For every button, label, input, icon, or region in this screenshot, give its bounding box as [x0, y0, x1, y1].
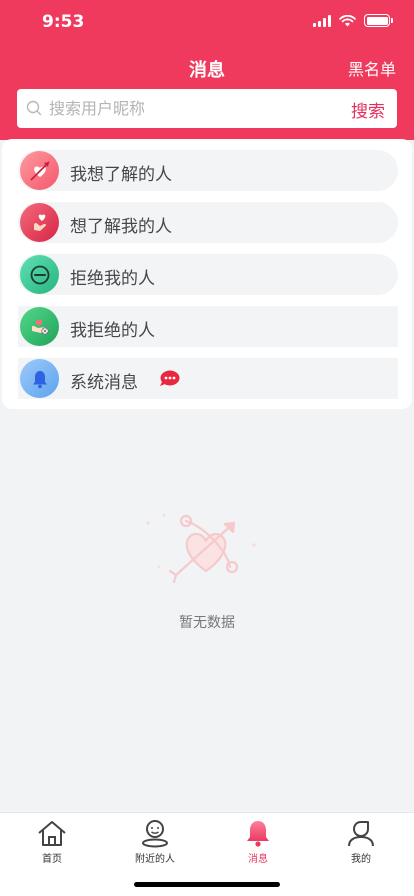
- bell-icon: [20, 359, 59, 398]
- chat-dots-badge-icon: [160, 370, 180, 386]
- profile-icon: [348, 821, 374, 847]
- menu-item-system-messages[interactable]: 系统消息: [18, 358, 398, 399]
- cupid-arrow-illustration: [146, 513, 256, 584]
- tab-label: 我的: [351, 854, 371, 865]
- menu-card: 我想了解的人 想了解我的人 拒绝我的人 我拒绝的人 系统消息: [2, 139, 412, 409]
- menu-item-i-rejected[interactable]: 我拒绝的人: [18, 306, 398, 347]
- menu-item-want-to-know[interactable]: 我想了解的人: [18, 150, 398, 191]
- search-bar: 搜索: [17, 89, 397, 128]
- battery-icon: [364, 14, 393, 27]
- nearby-person-icon: [142, 820, 168, 848]
- tab-nearby[interactable]: 附近的人: [105, 818, 205, 868]
- tab-messages[interactable]: 消息: [208, 818, 308, 868]
- tab-home[interactable]: 首页: [2, 818, 102, 868]
- menu-item-label: 我拒绝的人: [70, 321, 155, 341]
- menu-item-rejected-me[interactable]: 拒绝我的人: [18, 254, 398, 295]
- tab-profile[interactable]: 我的: [311, 818, 411, 868]
- menu-item-label: 想了解我的人: [70, 217, 172, 237]
- tab-label: 首页: [42, 854, 62, 865]
- search-button[interactable]: 搜索: [351, 97, 385, 122]
- menu-item-label: 我想了解的人: [70, 165, 172, 185]
- search-icon: [26, 100, 42, 116]
- broken-heart-hand-icon: [20, 307, 59, 346]
- status-time: 9:53: [42, 12, 85, 32]
- status-icons: [313, 14, 393, 27]
- finger-heart-icon: [20, 203, 59, 242]
- menu-item-label: 拒绝我的人: [70, 269, 155, 289]
- signal-icon: [313, 14, 331, 27]
- wifi-icon: [339, 14, 356, 26]
- tab-label: 附近的人: [135, 854, 175, 865]
- no-entry-icon: [20, 255, 59, 294]
- home-indicator: [134, 882, 280, 887]
- blacklist-link[interactable]: 黑名单: [348, 56, 396, 80]
- empty-state-text: 暂无数据: [179, 615, 235, 631]
- search-input[interactable]: [49, 89, 329, 128]
- bell-icon: [247, 821, 269, 847]
- cupid-bow-icon: [20, 151, 59, 190]
- header-bar: 9:53 消息 黑名单 搜索: [0, 0, 414, 140]
- tab-label: 消息: [248, 854, 268, 865]
- menu-item-want-to-know-me[interactable]: 想了解我的人: [18, 202, 398, 243]
- home-icon: [38, 821, 66, 846]
- menu-item-label: 系统消息: [70, 373, 138, 393]
